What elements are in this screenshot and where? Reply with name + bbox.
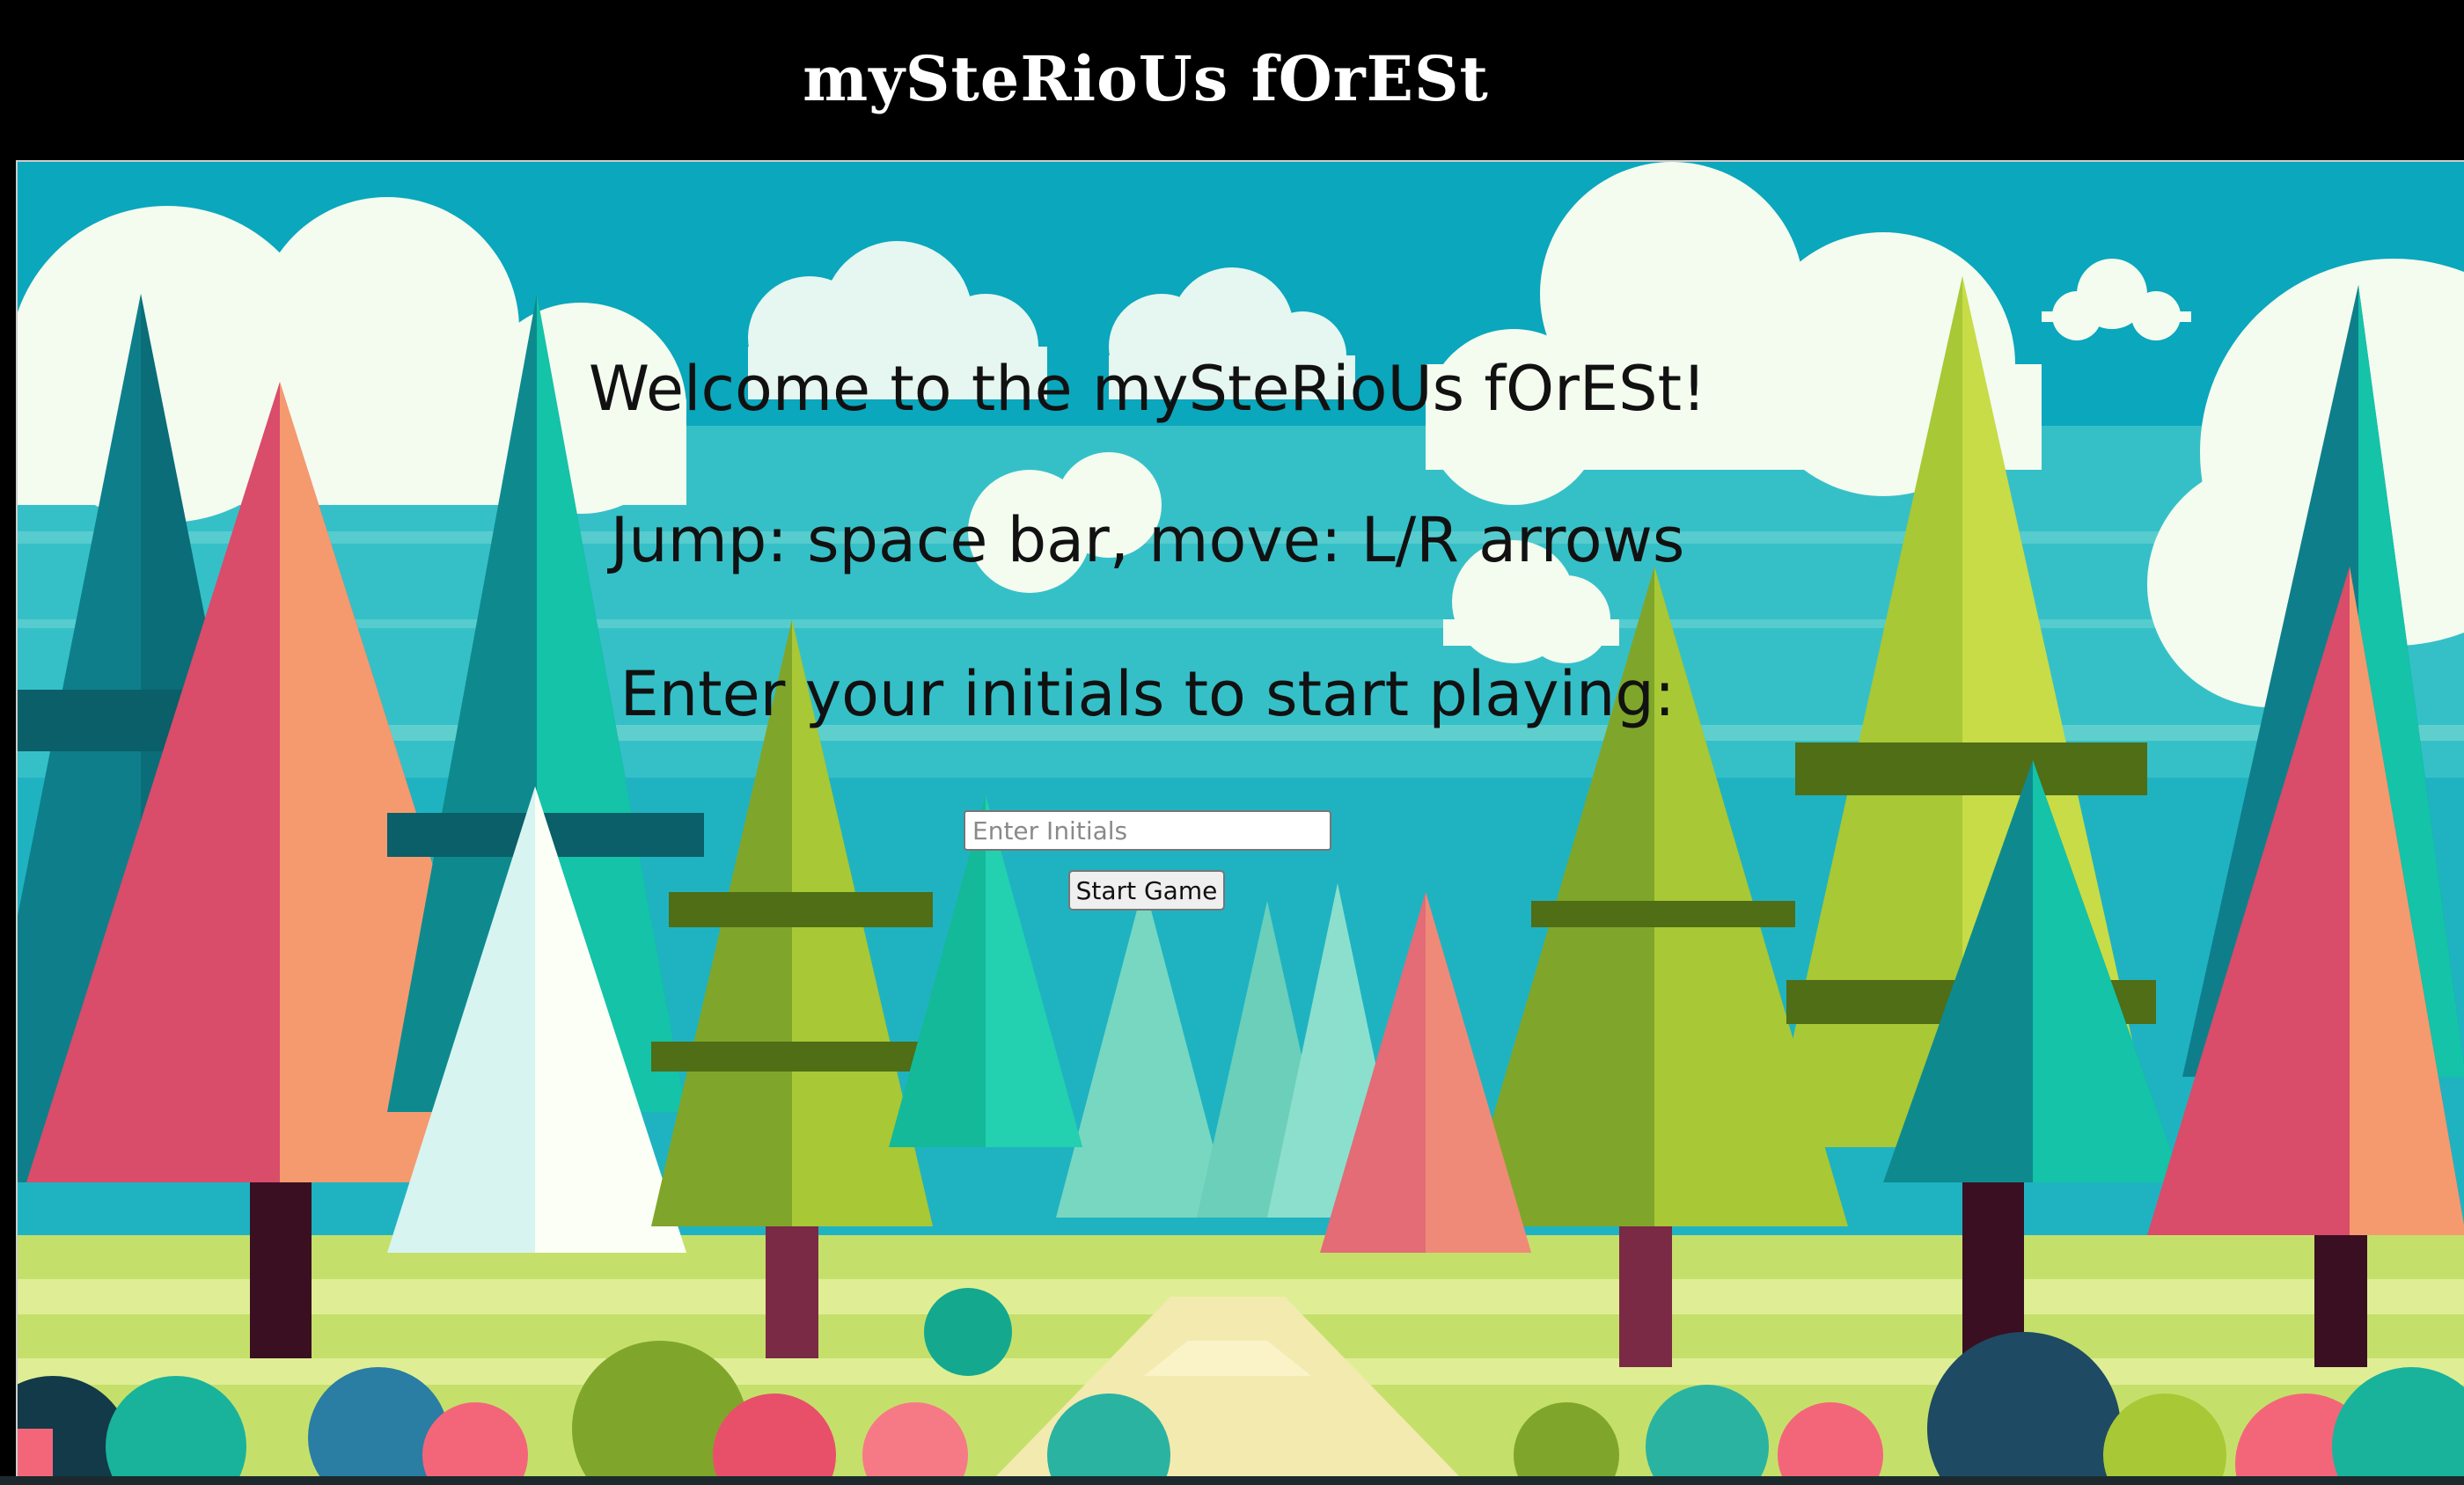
bottom-edge [0,1476,2464,1485]
start-screen: Welcome to the mySteRioUs fOrESt! Jump: … [18,162,2464,1476]
title-bar: mySteRioUs fOrESt [0,0,2464,160]
start-game-button[interactable]: Start Game [1068,870,1225,911]
page-title: mySteRioUs fOrESt [803,42,1489,115]
welcome-heading: Welcome to the mySteRioUs fOrESt! [588,353,1707,425]
controls-instructions: Jump: space bar, move: L/R arrows [610,504,1685,576]
game-canvas[interactable]: Welcome to the mySteRioUs fOrESt! Jump: … [16,160,2464,1476]
initials-input[interactable] [964,810,1331,851]
initials-prompt: Enter your initials to start playing: [620,658,1676,730]
